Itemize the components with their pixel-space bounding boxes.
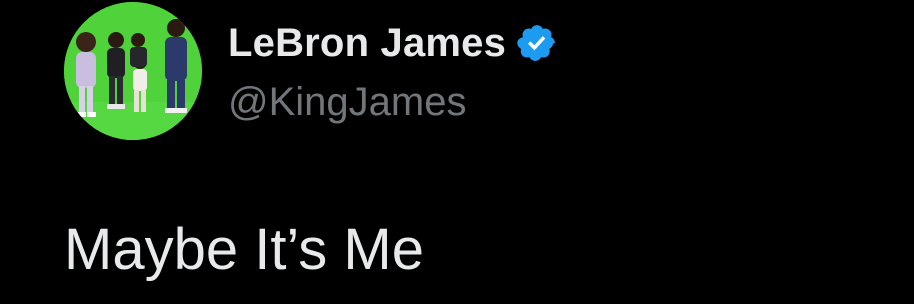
user-handle[interactable]: @KingJames	[228, 80, 558, 125]
avatar[interactable]	[64, 2, 202, 140]
name-row: LeBron James	[228, 14, 558, 72]
tweet-text: Maybe It’s Me	[64, 217, 424, 282]
display-name[interactable]: LeBron James	[228, 21, 506, 66]
verified-badge-icon	[516, 22, 558, 64]
author-identity: LeBron James @KingJames	[228, 14, 558, 125]
avatar-photo	[64, 2, 202, 140]
tweet: LeBron James @KingJames Maybe It’s Me	[0, 0, 914, 304]
